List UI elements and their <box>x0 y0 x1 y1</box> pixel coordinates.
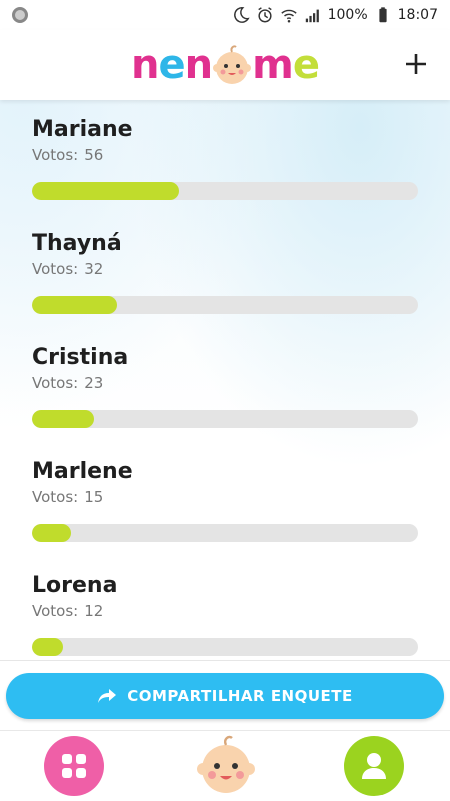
poll-item-votes: Votos: 32 <box>32 260 418 278</box>
poll-results-list[interactable]: Mariane Votos: 56 Thayná Votos: 32 Cristin… <box>0 100 450 660</box>
votes-count: 15 <box>84 488 104 506</box>
baby-face-icon <box>197 735 255 793</box>
app-logo: n e n m e <box>131 42 320 88</box>
poll-item: Marlene Votos: 15 <box>32 458 418 542</box>
user-icon <box>362 753 386 779</box>
logo-letter: m <box>252 42 294 88</box>
nav-baby-button[interactable] <box>194 733 258 797</box>
record-icon <box>12 7 28 23</box>
status-bar: 100% 18:07 <box>0 0 450 30</box>
wifi-icon <box>280 9 297 23</box>
vote-bar <box>32 524 418 542</box>
share-arrow-icon <box>98 689 117 703</box>
vote-bar <box>32 638 418 656</box>
logo-letter: n <box>184 42 214 88</box>
grid-icon <box>62 754 86 778</box>
vote-bar-fill <box>32 638 63 656</box>
vote-bar <box>32 410 418 428</box>
clock: 18:07 <box>397 7 438 23</box>
poll-item-name: Lorena <box>32 573 118 598</box>
poll-item: Cristina Votos: 23 <box>32 344 418 428</box>
battery-percent: 100% <box>327 7 368 23</box>
votes-count: 23 <box>84 374 104 392</box>
poll-item: Mariane Votos: 56 <box>32 116 418 200</box>
logo-letter: e <box>292 42 320 88</box>
poll-item-name: Thayná <box>32 231 122 256</box>
votes-label: Votos: <box>32 374 79 392</box>
vote-bar <box>32 296 418 314</box>
share-poll-button[interactable]: COMPARTILHAR ENQUETE <box>6 673 444 719</box>
poll-item-votes: Votos: 15 <box>32 488 418 506</box>
vote-bar-fill <box>32 296 117 314</box>
share-button-label: COMPARTILHAR ENQUETE <box>127 687 353 705</box>
add-poll-button[interactable] <box>396 44 436 84</box>
vote-bar <box>32 182 418 200</box>
poll-item-votes: Votos: 56 <box>32 146 418 164</box>
votes-label: Votos: <box>32 146 79 164</box>
votes-label: Votos: <box>32 602 79 620</box>
alarm-icon <box>257 7 272 23</box>
status-left <box>12 7 28 23</box>
bottom-area: COMPARTILHAR ENQUETE <box>0 660 450 801</box>
signal-icon <box>305 9 319 23</box>
moon-icon <box>233 7 250 23</box>
logo-letter: n <box>131 42 160 88</box>
votes-count: 12 <box>84 602 104 620</box>
app-header: n e n m e <box>0 30 450 100</box>
poll-item: Thayná Votos: 32 <box>32 230 418 314</box>
status-right: 100% 18:07 <box>232 6 438 24</box>
poll-item-name: Mariane <box>32 117 133 142</box>
nav-divider <box>0 730 450 731</box>
poll-item-name: Marlene <box>32 459 133 484</box>
votes-count: 56 <box>84 146 104 164</box>
poll-item-votes: Votos: 12 <box>32 602 418 620</box>
logo-baby-face-icon <box>213 45 252 84</box>
poll-item: Lorena Votos: 12 <box>32 572 418 656</box>
votes-label: Votos: <box>32 260 79 278</box>
votes-label: Votos: <box>32 488 79 506</box>
votes-count: 32 <box>84 260 104 278</box>
plus-icon <box>406 54 426 74</box>
nav-home-button[interactable] <box>44 736 104 796</box>
poll-item-name: Cristina <box>32 345 129 370</box>
poll-item-votes: Votos: 23 <box>32 374 418 392</box>
vote-bar-fill <box>32 182 179 200</box>
vote-bar-fill <box>32 410 94 428</box>
vote-bar-fill <box>32 524 71 542</box>
nav-profile-button[interactable] <box>344 736 404 796</box>
battery-icon <box>379 7 387 23</box>
logo-letter: e <box>158 42 186 88</box>
